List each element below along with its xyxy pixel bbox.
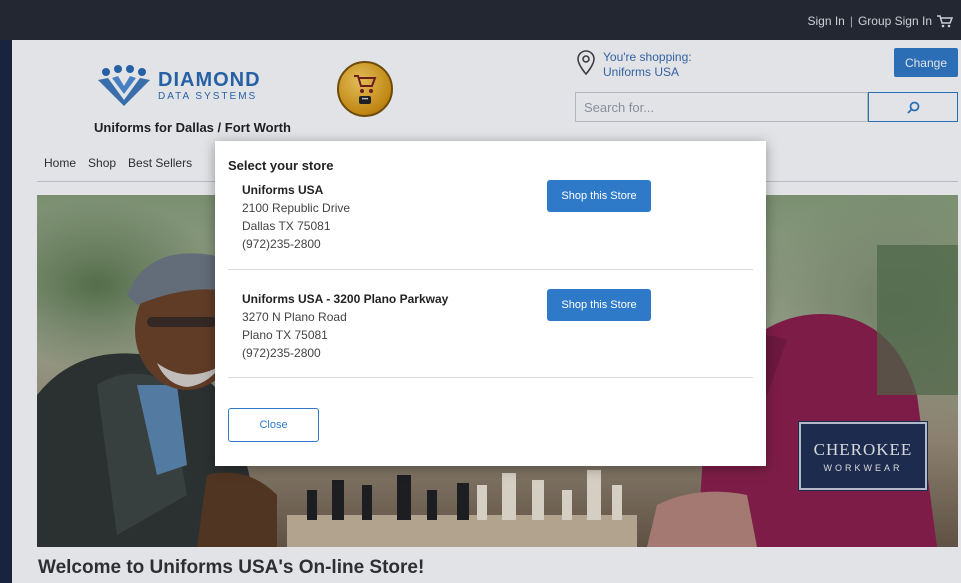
dialog-title: Select your store (228, 158, 334, 173)
select-store-dialog: Select your store Uniforms USA 2100 Repu… (215, 141, 766, 466)
store-city: Dallas TX 75081 (242, 219, 331, 233)
store-name: Uniforms USA - 3200 Plano Parkway (242, 292, 449, 306)
store-phone: (972)235-2800 (242, 346, 321, 360)
store-divider (228, 377, 753, 378)
store-entry: Uniforms USA 2100 Republic Drive Dallas … (242, 181, 742, 253)
shop-this-store-button[interactable]: Shop this Store (547, 289, 651, 321)
shop-this-store-button[interactable]: Shop this Store (547, 180, 651, 212)
store-address: 3270 N Plano Road (242, 310, 347, 324)
store-name: Uniforms USA (242, 183, 324, 197)
store-divider (228, 269, 753, 270)
store-address: 2100 Republic Drive (242, 201, 351, 215)
store-entry: Uniforms USA - 3200 Plano Parkway 3270 N… (242, 290, 742, 362)
close-button[interactable]: Close (228, 408, 319, 442)
store-phone: (972)235-2800 (242, 237, 321, 251)
store-city: Plano TX 75081 (242, 328, 328, 342)
